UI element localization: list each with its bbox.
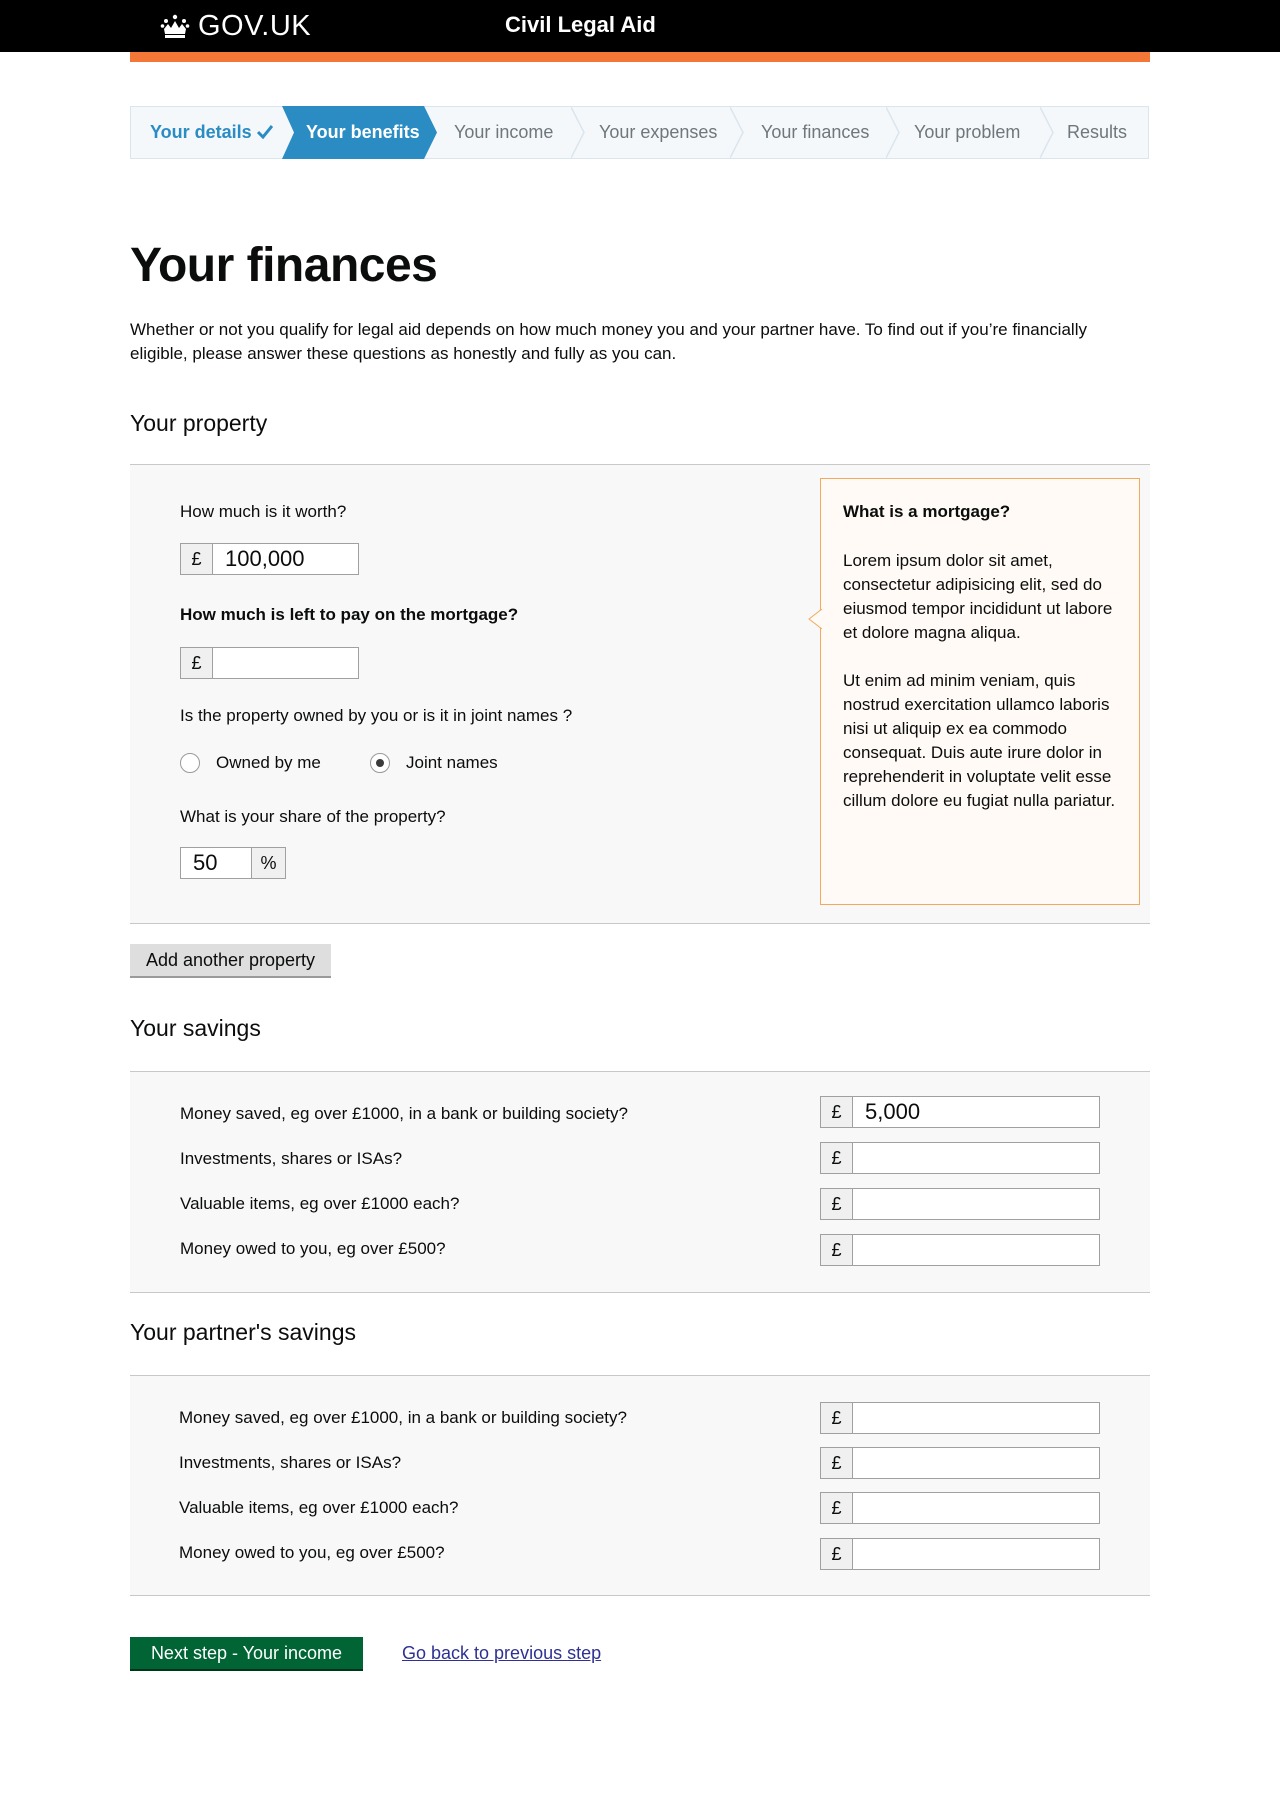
pound-icon: £ [821,1097,853,1127]
partner-savings-investments-label: Investments, shares or ISAs? [179,1453,402,1472]
partner-savings-investments-field: £ [820,1447,1100,1479]
savings-valuables-label: Valuable items, eg over £1000 each? [180,1194,460,1213]
mortgage-field: £ [180,647,359,679]
section-title-property: Your property [130,410,268,436]
section-title-partner-savings: Your partner's savings [130,1319,357,1345]
brand-name: GOV.UK [198,10,312,42]
pound-icon: £ [821,1189,853,1219]
step-your-income[interactable]: Your income [454,107,553,158]
help-title: What is a mortgage? [843,502,1011,521]
step-your-benefits[interactable]: Your benefits [306,107,420,158]
pound-icon: £ [181,648,213,678]
savings-investments-label: Investments, shares or ISAs? [180,1149,403,1168]
step-your-problem[interactable]: Your problem [914,107,1020,158]
ownership-label: Is the property owned by you or is it in… [180,706,573,725]
savings-valuables-input[interactable] [853,1189,1099,1219]
radio-button-selected[interactable] [370,753,390,773]
pound-icon: £ [821,1539,853,1569]
step-label: Results [1067,122,1128,142]
pound-icon: £ [821,1235,853,1265]
share-field: % [180,847,286,879]
partner-savings-owed-label: Money owed to you, eg over £500? [179,1543,445,1562]
partner-savings-valuables-field: £ [820,1492,1100,1524]
pound-icon: £ [821,1143,853,1173]
pound-icon: £ [821,1448,853,1478]
pound-icon: £ [821,1493,853,1523]
page-intro: Whether or not you qualify for legal aid… [130,320,1087,363]
savings-valuables-field: £ [820,1188,1100,1220]
global-header: GOV.UK Civil Legal Aid [0,0,1280,52]
percent-icon: % [251,848,285,878]
step-label: Your problem [914,122,1021,142]
property-worth-field: £ [180,543,359,575]
property-worth-input[interactable] [213,544,358,574]
next-step-button[interactable]: Next step - Your income [130,1637,363,1671]
crown-icon [160,14,190,38]
step-label: Your details [150,122,252,142]
savings-owed-input[interactable] [853,1235,1099,1265]
step-your-details[interactable]: Your details [150,107,273,158]
pound-icon: £ [181,544,213,574]
step-separator [886,107,900,158]
share-label: What is your share of the property? [180,807,446,826]
share-input[interactable] [181,848,251,878]
step-results[interactable]: Results [1067,107,1127,158]
govuk-logo-link[interactable]: GOV.UK [160,10,311,42]
savings-bank-input[interactable] [853,1097,1099,1127]
radio-owned-by-me[interactable]: Owned by me [180,753,321,773]
partner-savings-bank-input[interactable] [853,1403,1099,1433]
step-label: Your income [454,122,554,142]
page-title: Your finances [130,239,438,292]
radio-joint-names[interactable]: Joint names [370,753,498,773]
partner-savings-owed-field: £ [820,1538,1100,1570]
go-back-link[interactable]: Go back to previous step [402,1643,601,1664]
service-name[interactable]: Civil Legal Aid [505,11,656,39]
radio-label: Joint names [406,753,498,772]
step-separator [571,107,585,158]
savings-investments-input[interactable] [853,1143,1099,1173]
savings-investments-field: £ [820,1142,1100,1174]
mortgage-help-box: What is a mortgage? Lorem ipsum dolor si… [808,478,1140,905]
add-another-property-button[interactable]: Add another property [130,944,331,978]
section-title-savings: Your savings [130,1015,261,1041]
savings-bank-label: Money saved, eg over £1000, in a bank or… [180,1104,628,1123]
step-separator [730,107,744,158]
radio-label: Owned by me [216,753,321,772]
step-label: Your benefits [306,122,420,142]
partner-savings-valuables-label: Valuable items, eg over £1000 each? [179,1498,459,1517]
radio-button[interactable] [180,753,200,773]
savings-owed-field: £ [820,1234,1100,1266]
partner-savings-investments-input[interactable] [853,1448,1099,1478]
step-your-finances[interactable]: Your finances [761,107,869,158]
property-worth-label: How much is it worth? [180,502,347,521]
partner-savings-valuables-input[interactable] [853,1493,1099,1523]
progress-steps: Your details Your benefits Your income Y… [130,106,1149,159]
step-label: Your finances [761,122,870,142]
step-your-expenses[interactable]: Your expenses [599,107,717,158]
partner-savings-bank-field: £ [820,1402,1100,1434]
header-accent-bar [130,52,1150,62]
partner-savings-owed-input[interactable] [853,1539,1099,1569]
help-paragraph: Lorem ipsum dolor sit amet, consectetur … [843,551,1113,642]
savings-bank-field: £ [820,1096,1100,1128]
mortgage-label: How much is left to pay on the mortgage? [180,605,519,624]
help-pointer-arrow [808,609,822,629]
step-separator [1040,107,1054,158]
help-paragraph: Ut enim ad minim veniam, quis nostrud ex… [843,671,1116,810]
mortgage-input[interactable] [213,648,358,678]
pound-icon: £ [821,1403,853,1433]
savings-owed-label: Money owed to you, eg over £500? [180,1239,446,1258]
step-label: Your expenses [599,122,718,142]
partner-savings-panel: Money saved, eg over £1000, in a bank or… [130,1375,1150,1596]
checkmark-icon [256,122,273,142]
partner-savings-bank-label: Money saved, eg over £1000, in a bank or… [179,1408,627,1427]
savings-panel: Money saved, eg over £1000, in a bank or… [130,1071,1150,1293]
